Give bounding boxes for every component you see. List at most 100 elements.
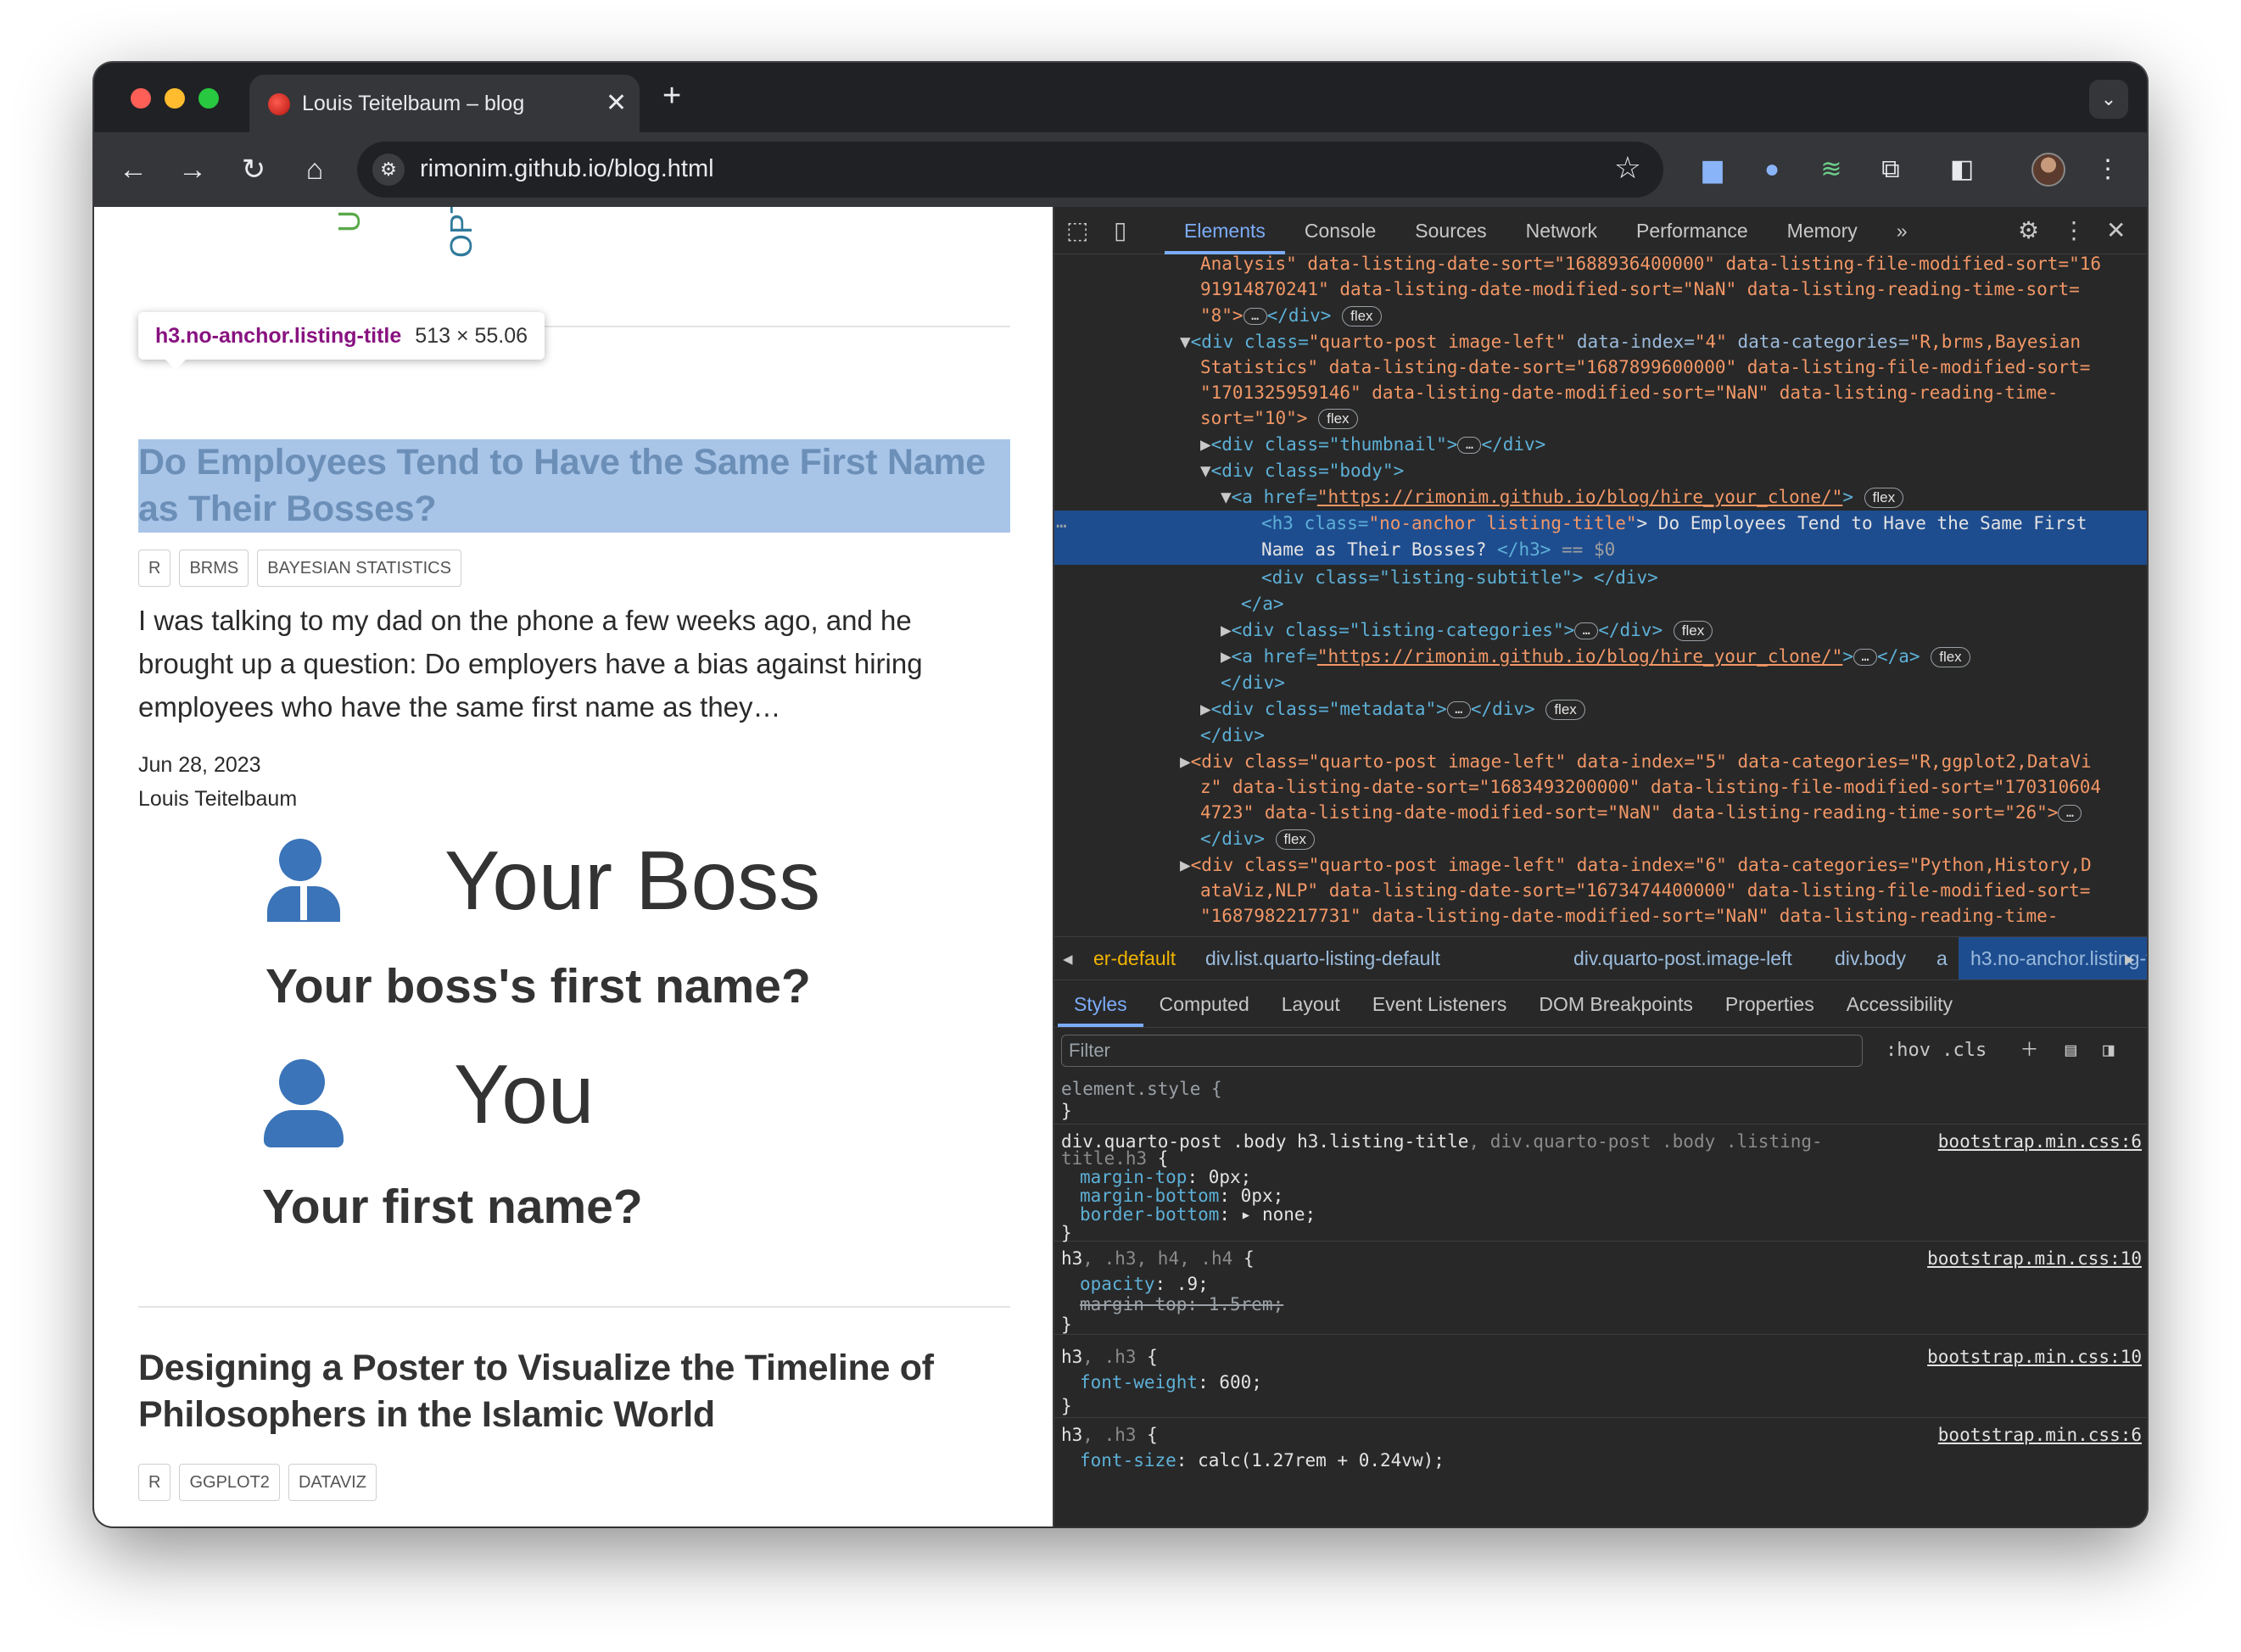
dom-line[interactable]: </div> — [1054, 670, 2147, 696]
styles-filter-input[interactable]: Filter — [1061, 1035, 1863, 1067]
tab-console[interactable]: Console — [1285, 207, 1395, 254]
extensions-puzzle-icon[interactable]: ⧉ — [1872, 151, 1909, 188]
dom-line[interactable]: "8">… </div> flex — [1054, 303, 2147, 329]
toggle-sidebar-icon[interactable]: ◨ — [2103, 1040, 2114, 1061]
dom-line[interactable]: sort="10"> flex — [1054, 405, 2147, 432]
dom-line[interactable]: Analysis" data-listing-date-sort="168893… — [1054, 251, 2147, 277]
new-style-rule-icon[interactable]: ＋ — [2020, 1040, 2038, 1061]
dom-line[interactable]: 91914870241" data-listing-date-modified-… — [1054, 276, 2147, 303]
dom-line[interactable]: ▼<div class="quarto-post image-left" dat… — [1054, 329, 2147, 355]
dom-line[interactable]: ▶<a href="https://rimonim.github.io/blog… — [1054, 644, 2147, 670]
post-1-description[interactable]: I was talking to my dad on the phone a f… — [138, 599, 1010, 728]
dom-line[interactable]: ▶<div class="metadata">… </div> flex — [1054, 696, 2147, 723]
maximize-window-button[interactable] — [198, 88, 219, 109]
style-source-link[interactable]: bootstrap.min.css:6 — [1938, 1423, 2142, 1447]
post-title-2[interactable]: Designing a Poster to Visualize the Time… — [138, 1345, 1010, 1438]
browser-tab[interactable]: Louis Teitelbaum – blog ✕ — [249, 75, 640, 132]
category-tag[interactable]: R — [138, 550, 171, 587]
url-text[interactable]: rimonim.github.io/blog.html — [420, 155, 714, 183]
back-icon[interactable]: ← — [115, 151, 152, 188]
breadcrumb-item[interactable]: er-default — [1093, 937, 1176, 979]
subtab-properties[interactable]: Properties — [1709, 980, 1830, 1027]
subtab-computed[interactable]: Computed — [1143, 980, 1266, 1027]
dom-line[interactable]: <div class="listing-subtitle"> </div> — [1054, 565, 2147, 591]
breadcrumb-scroll-right-icon[interactable]: ▸ — [2125, 937, 2135, 979]
subtab-layout[interactable]: Layout — [1266, 980, 1356, 1027]
category-tag[interactable]: BAYESIAN STATISTICS — [257, 550, 461, 587]
profile-avatar[interactable] — [2031, 153, 2065, 187]
tab-sources[interactable]: Sources — [1395, 207, 1506, 254]
dom-line[interactable]: 4723" data-listing-date-modified-sort="N… — [1054, 800, 2147, 826]
bookmark-star-icon[interactable]: ☆ — [1614, 150, 1641, 186]
dom-line[interactable]: Statistics" data-listing-date-sort="1687… — [1054, 354, 2147, 381]
dom-line[interactable]: ▶<div class="listing-categories">… </div>… — [1054, 617, 2147, 644]
reload-icon[interactable]: ↻ — [235, 151, 272, 188]
device-toolbar-icon[interactable]: ▯ — [1114, 215, 1126, 246]
more-tabs-icon[interactable]: » — [1877, 207, 1927, 254]
dom-line[interactable]: ▼<div class="body"> — [1054, 458, 2147, 484]
breadcrumb-scroll-left-icon[interactable]: ◂ — [1063, 937, 1073, 979]
inspect-element-icon[interactable]: ⬚ — [1066, 215, 1088, 246]
extension-search-icon[interactable]: ● — [1753, 151, 1791, 188]
post-title-1[interactable]: Do Employees Tend to Have the Same First… — [138, 439, 1010, 533]
minimize-window-button[interactable] — [165, 88, 185, 109]
dom-line[interactable]: ▶<div class="quarto-post image-left" dat… — [1054, 852, 2147, 879]
forward-icon[interactable]: → — [174, 151, 211, 188]
dom-line-selected[interactable]: <h3 class="no-anchor listing-title"> Do … — [1054, 511, 2147, 565]
tab-close-icon[interactable]: ✕ — [606, 88, 627, 118]
dom-line[interactable]: ▼<a href="https://rimonim.github.io/blog… — [1054, 484, 2147, 511]
breadcrumb-item[interactable]: a — [1936, 937, 1948, 979]
style-source-link[interactable]: bootstrap.min.css:6 — [1938, 1130, 2142, 1153]
category-tag[interactable]: BRMS — [179, 550, 249, 587]
subtab-event-listeners[interactable]: Event Listeners — [1356, 980, 1523, 1027]
subtab-dom-breakpoints[interactable]: DOM Breakpoints — [1523, 980, 1709, 1027]
dom-line[interactable]: ▶<div class="thumbnail">… </div> — [1054, 432, 2147, 458]
breadcrumb-item[interactable]: div.quarto-post.image-left — [1573, 937, 1792, 979]
dom-line[interactable]: "1687982217731" data-listing-date-modifi… — [1054, 903, 2147, 929]
address-bar[interactable]: ⚙ rimonim.github.io/blog.html ☆ — [357, 142, 1663, 198]
category-tag[interactable]: GGPLOT2 — [179, 1464, 280, 1501]
style-rule[interactable]: h3, .h3, h4, .h4 { bootstrap.min.css:10 … — [1054, 1242, 2147, 1335]
dom-line[interactable]: "1701325959146" data-listing-date-modifi… — [1054, 380, 2147, 406]
dom-line[interactable]: z" data-listing-date-sort="1683493200000… — [1054, 774, 2147, 801]
tab-network[interactable]: Network — [1506, 207, 1617, 254]
chrome-menu-icon[interactable]: ⋮ — [2089, 151, 2126, 188]
dom-line[interactable]: ataViz,NLP" data-listing-date-sort="1673… — [1054, 878, 2147, 904]
style-rule[interactable]: h3, .h3 { bootstrap.min.css:10 font-weig… — [1054, 1335, 2147, 1418]
extension-note-icon[interactable]: ▆ — [1694, 151, 1731, 188]
element-state-icon[interactable]: ▤ — [2065, 1040, 2076, 1061]
breadcrumb-item[interactable]: div.list.quarto-listing-default — [1205, 937, 1440, 979]
tab-search-button[interactable]: ⌄ — [2089, 80, 2128, 119]
style-rule[interactable]: h3, .h3 { bootstrap.min.css:6 font-size:… — [1054, 1418, 2147, 1526]
dom-line[interactable]: </a> — [1054, 591, 2147, 617]
style-rule[interactable]: div.quarto-post .body h3.listing-title, … — [1054, 1125, 2147, 1243]
category-tag[interactable]: DATAVIZ — [288, 1464, 377, 1501]
row-actions-icon[interactable]: … — [1056, 509, 1081, 535]
site-settings-icon[interactable]: ⚙ — [372, 153, 405, 186]
new-tab-button[interactable]: + — [662, 78, 681, 114]
style-rule[interactable]: element.style { } — [1054, 1075, 2147, 1125]
close-devtools-icon[interactable]: ✕ — [2106, 215, 2126, 246]
hov-cls-toggles[interactable]: :hov .cls — [1886, 1040, 1987, 1061]
close-window-button[interactable] — [131, 88, 151, 109]
home-icon[interactable]: ⌂ — [296, 151, 333, 188]
dom-line[interactable]: </div> — [1054, 723, 2147, 749]
subtab-accessibility[interactable]: Accessibility — [1830, 980, 1969, 1027]
breadcrumb-item[interactable]: div.body — [1835, 937, 1906, 979]
dom-tree[interactable]: Analysis" data-listing-date-sort="168893… — [1054, 254, 2147, 936]
dom-line[interactable]: ▶<div class="quarto-post image-left" dat… — [1054, 749, 2147, 775]
dom-line[interactable]: </div> flex — [1054, 826, 2147, 852]
tab-memory[interactable]: Memory — [1768, 207, 1877, 254]
tab-performance[interactable]: Performance — [1617, 207, 1768, 254]
tab-elements[interactable]: Elements — [1165, 207, 1285, 254]
devtools-menu-icon[interactable]: ⋮ — [2062, 215, 2086, 246]
style-source-link[interactable]: bootstrap.min.css:10 — [1927, 1345, 2142, 1369]
subtab-styles[interactable]: Styles — [1058, 980, 1143, 1027]
settings-gear-icon[interactable]: ⚙ — [2018, 215, 2039, 246]
post-1-thumbnail[interactable]: Your Boss Your boss's first name? You Yo… — [247, 801, 1010, 1275]
side-panel-icon[interactable]: ◧ — [1943, 151, 1981, 188]
breadcrumb-item-active[interactable]: h3.no-anchor.listing-title — [1959, 937, 2147, 979]
extension-lens-icon[interactable]: ≋ — [1813, 151, 1850, 188]
category-tag[interactable]: R — [138, 1464, 171, 1501]
style-source-link[interactable]: bootstrap.min.css:10 — [1927, 1247, 2142, 1270]
